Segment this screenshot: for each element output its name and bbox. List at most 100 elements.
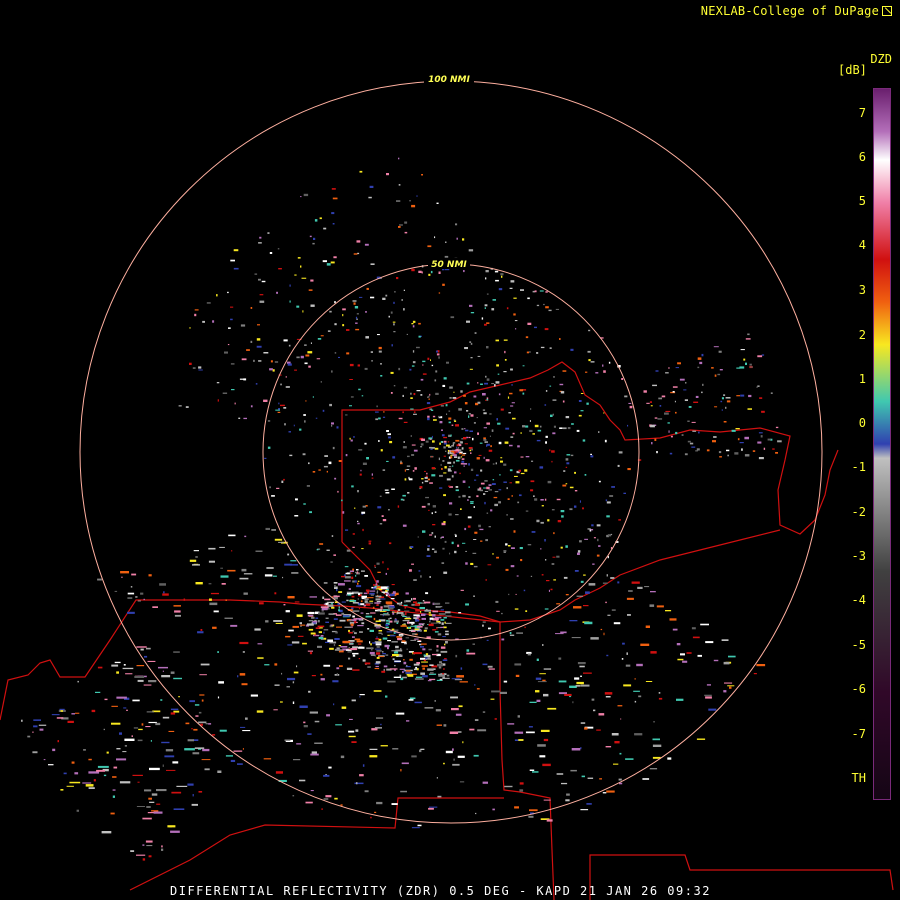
echo-gate [371,360,373,362]
echo-gate [507,723,515,725]
echo-gate [351,576,354,579]
echo-gate [384,614,390,616]
echo-gate [504,359,507,361]
echo-gate [324,598,331,601]
echo-gate [696,738,706,740]
echo-gate [725,406,727,409]
echo-gate [532,771,539,773]
echo-gate [431,467,436,469]
echo-gate [313,237,316,240]
echo-gate [463,270,465,273]
echo-gate [429,664,434,666]
echo-gate [485,579,487,581]
echo-gate [726,449,730,452]
echo-gate [434,379,437,382]
echo-gate [330,624,334,626]
echo-gate [152,606,158,608]
echo-gate [480,383,483,385]
echo-gate [334,584,336,588]
echo-gate [451,708,459,711]
echo-gate [697,357,702,360]
echo-gate [212,626,217,629]
echo-gate [208,547,216,550]
echo-gate [348,620,353,621]
echo-gate [425,592,429,595]
echo-gate [483,427,487,429]
echo-gate [445,450,447,452]
echo-gate [342,640,351,644]
echo-gate [498,489,502,491]
echo-gate [198,369,203,371]
echo-gate [682,660,688,663]
echo-gate [485,375,487,378]
echo-gate [356,313,359,315]
echo-gate [409,200,411,202]
echo-gate [501,275,503,278]
echo-gate [394,660,401,662]
echo-gate [320,606,329,608]
echo-gate [404,478,407,481]
echo-gate [340,804,343,806]
echo-gate [443,521,446,523]
echo-gate [420,443,424,446]
echo-gate [275,409,280,411]
echo-gate [411,454,415,456]
echo-gate [486,293,489,295]
echo-gate [529,769,535,771]
echo-gate [161,741,170,744]
echo-gate [580,675,582,677]
echo-gate [261,280,266,283]
echo-gate [461,458,465,460]
echo-gate [759,397,763,399]
echo-gate [596,524,601,527]
echo-gate [490,698,495,700]
echo-gate [463,452,467,455]
echo-gate [543,693,549,697]
echo-gate [485,539,488,542]
echo-gate [669,618,677,621]
echo-gate [665,610,672,612]
echo-gate [529,701,537,703]
echo-gate [633,690,640,692]
echo-gate [149,801,155,803]
echo-gate [336,589,338,592]
echo-gate [167,825,176,828]
echo-gate [317,625,325,628]
echo-gate [465,429,469,432]
echo-gate [130,850,135,852]
echo-gate [504,350,506,354]
echo-gate [305,801,313,804]
echo-gate [429,620,431,623]
echo-gate [356,585,362,588]
echo-gate [372,642,376,644]
echo-gate [668,367,670,369]
echo-gate [463,394,466,397]
border-lower-vertical [499,622,555,900]
echo-gate [496,418,498,421]
echo-gate [462,494,466,498]
echo-gate [217,770,222,773]
echo-gate [515,593,517,595]
echo-gate [580,684,590,687]
echo-gate [274,538,283,541]
external-link-icon[interactable] [882,6,892,16]
echo-gate [302,453,306,456]
echo-gate [355,571,358,573]
echo-gate [543,738,549,742]
echo-gate [365,311,367,313]
echo-gate [414,678,424,680]
echo-gate [596,554,600,557]
echo-gate [369,185,374,188]
echo-gate [470,501,474,503]
echo-gate [376,636,378,639]
echo-gate [442,677,450,679]
echo-gate [111,664,119,667]
echo-gate [74,772,79,775]
echo-gate [239,641,249,645]
echo-gate [402,411,404,414]
echo-gate [274,684,280,686]
echo-gate [241,358,247,361]
echo-gate [457,544,460,547]
echo-gate [397,638,403,641]
colorbar-tick: -4 [851,593,866,607]
